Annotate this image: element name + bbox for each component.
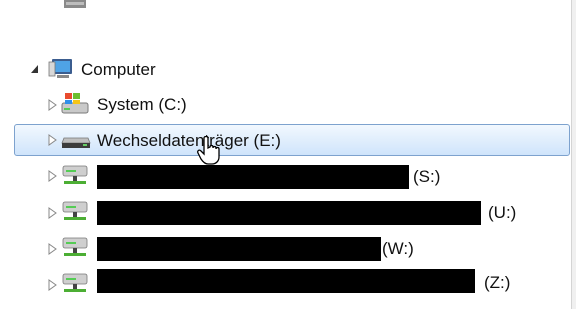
- expand-arrow-icon[interactable]: [48, 279, 57, 291]
- tree-item-label: (S:): [413, 167, 441, 186]
- scrollbar[interactable]: [571, 0, 576, 309]
- network-drive-icon: [62, 273, 88, 292]
- expand-arrow-icon[interactable]: [48, 243, 57, 255]
- hand-cursor-icon: [197, 136, 220, 165]
- network-drive-icon: [62, 237, 88, 256]
- tree-item-label: Wechseldatenträger (E:): [97, 131, 281, 150]
- tree-item-label: System (C:): [97, 95, 187, 114]
- redacted-drive-name: [97, 201, 481, 225]
- tree-item-label: (Z:): [484, 273, 511, 292]
- collapse-arrow-icon[interactable]: [30, 64, 40, 74]
- tree-item-label: Computer: [81, 60, 156, 79]
- redacted-drive-name: [97, 165, 409, 189]
- expand-arrow-icon[interactable]: [48, 170, 57, 182]
- windows-drive-icon: [61, 93, 89, 114]
- partial-drive-icon: [64, 0, 86, 8]
- removable-drive-icon: [61, 137, 91, 148]
- computer-icon: [48, 59, 72, 78]
- expand-arrow-icon[interactable]: [48, 99, 57, 111]
- expand-arrow-icon[interactable]: [48, 207, 57, 219]
- tree-item-label: (W:): [382, 239, 414, 258]
- redacted-drive-name: [97, 237, 381, 261]
- tree-item-label: (U:): [488, 203, 517, 222]
- redacted-drive-name: [97, 269, 475, 293]
- network-drive-icon: [62, 201, 88, 220]
- network-drive-icon: [62, 165, 88, 184]
- expand-arrow-icon[interactable]: [48, 134, 57, 146]
